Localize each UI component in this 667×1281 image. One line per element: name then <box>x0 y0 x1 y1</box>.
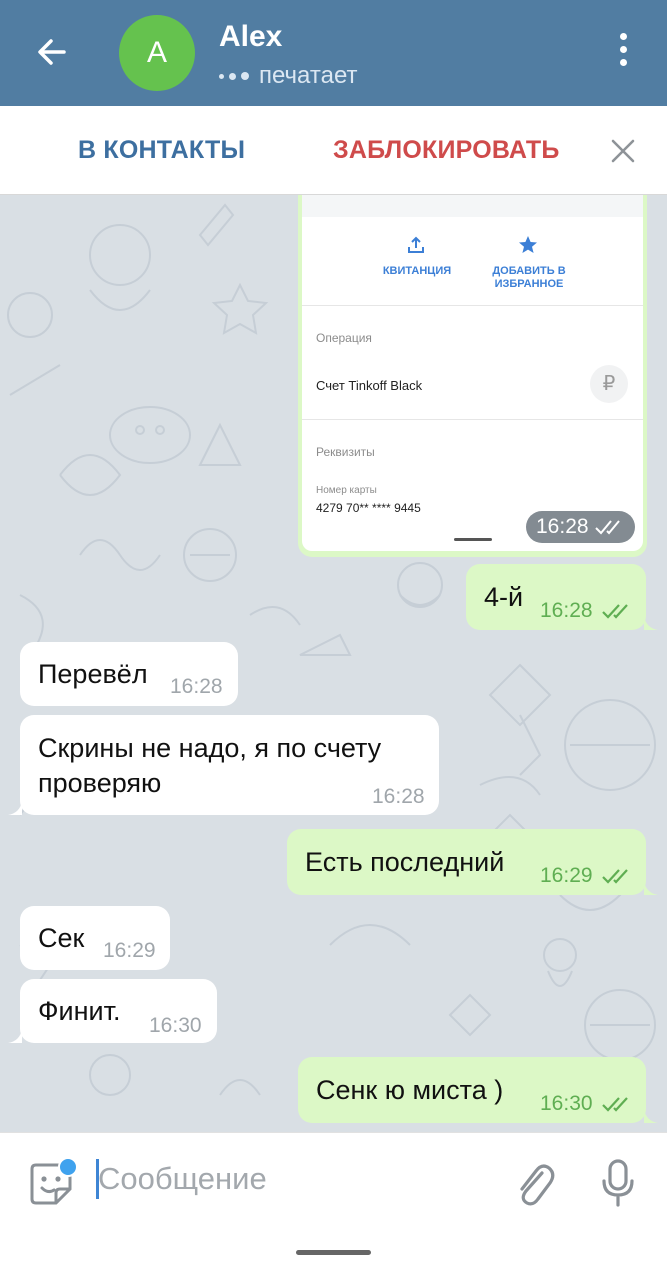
operation-value: Счет Tinkoff Black <box>316 378 423 393</box>
message-time: 16:28 <box>540 599 593 622</box>
block-user-button[interactable]: ЗАБЛОКИРОВАТЬ <box>333 136 560 165</box>
card-number-value: 4279 70** **** 9445 <box>316 501 421 515</box>
double-check-icon <box>594 520 620 535</box>
message-text: Есть последний <box>305 847 505 877</box>
ruble-icon: ₽ <box>590 365 628 403</box>
incoming-message[interactable]: Скрины не надо, я по счету проверяю 16:2… <box>20 715 439 815</box>
message-input[interactable] <box>98 1159 478 1199</box>
more-options-icon[interactable] <box>611 33 635 73</box>
message-text: Скрины не надо, я по счету проверяю <box>38 731 381 801</box>
outgoing-message[interactable]: Есть последний 16:29 <box>287 829 646 895</box>
receipt-image-message[interactable]: КВИТАНЦИЯ ДОБАВИТЬ В ИЗБРАННОЕ Операция … <box>298 195 647 557</box>
close-icon[interactable] <box>609 137 637 165</box>
double-check-icon <box>602 604 628 619</box>
message-text: Финит. <box>38 996 121 1026</box>
contact-name[interactable]: Alex <box>219 20 282 54</box>
message-text: Перевёл <box>38 659 148 689</box>
outgoing-message[interactable]: Сенк ю миста ) 16:30 <box>298 1057 646 1123</box>
message-time: 16:30 <box>149 1014 202 1037</box>
double-check-icon <box>602 869 628 884</box>
timestamp: 16:28 <box>536 515 589 538</box>
microphone-icon[interactable] <box>600 1159 636 1207</box>
notification-dot <box>58 1157 78 1177</box>
message-time: 16:28 <box>372 785 425 808</box>
message-text-line: Скрины не надо, я по счету <box>38 733 382 763</box>
add-to-contacts-button[interactable]: В КОНТАКТЫ <box>78 136 245 165</box>
chat-header: A Alex печатает <box>0 0 667 106</box>
message-text: Сенк ю миста ) <box>316 1075 504 1105</box>
home-indicator[interactable] <box>296 1250 371 1255</box>
typing-status: печатает <box>219 62 357 90</box>
incoming-message[interactable]: Сек 16:29 <box>20 906 170 970</box>
details-label: Реквизиты <box>316 445 375 459</box>
attach-icon[interactable] <box>512 1159 556 1207</box>
message-time: 16:28 <box>170 675 223 698</box>
message-time: 16:29 <box>103 939 156 962</box>
message-text: 4-й <box>484 582 524 612</box>
message-list[interactable]: КВИТАНЦИЯ ДОБАВИТЬ В ИЗБРАННОЕ Операция … <box>0 195 667 1132</box>
incoming-message[interactable]: Перевёл 16:28 <box>20 642 238 706</box>
outgoing-message[interactable]: 4-й 16:28 <box>466 564 646 630</box>
upload-icon <box>408 236 424 253</box>
back-arrow-icon[interactable] <box>34 34 70 70</box>
avatar[interactable]: A <box>119 15 195 91</box>
double-check-icon <box>602 1097 628 1112</box>
receipt-action-label: КВИТАНЦИЯ <box>382 265 452 277</box>
star-icon <box>519 236 537 253</box>
operation-label: Операция <box>316 331 372 345</box>
message-composer <box>0 1132 667 1281</box>
typing-status-text: печатает <box>259 62 358 89</box>
incoming-message[interactable]: Финит. 16:30 <box>20 979 217 1043</box>
receipt-action-label: ДОБАВИТЬ В ИЗБРАННОЕ <box>492 265 566 290</box>
unknown-contact-bar: В КОНТАКТЫ ЗАБЛОКИРОВАТЬ <box>0 106 667 195</box>
message-time: 16:29 <box>540 864 593 887</box>
message-time: 16:30 <box>540 1092 593 1115</box>
receipt-screenshot: КВИТАНЦИЯ ДОБАВИТЬ В ИЗБРАННОЕ Операция … <box>302 195 643 551</box>
typing-dots-icon <box>219 72 249 80</box>
card-number-label: Номер карты <box>316 485 377 496</box>
message-text-line: проверяю <box>38 768 162 798</box>
image-timestamp: 16:28 <box>526 511 635 543</box>
message-text: Сек <box>38 923 85 953</box>
